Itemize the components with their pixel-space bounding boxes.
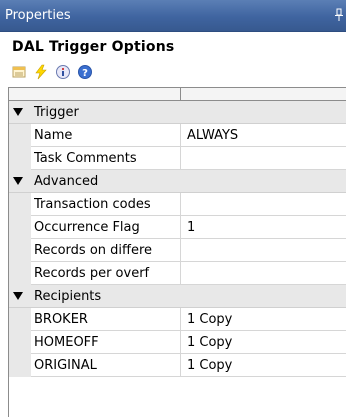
categorized-button[interactable] bbox=[8, 61, 30, 83]
row-indent bbox=[9, 354, 31, 377]
grid-column-header[interactable] bbox=[9, 88, 346, 101]
row-indent bbox=[9, 216, 31, 239]
row-indent bbox=[9, 308, 31, 331]
row-indent bbox=[9, 147, 31, 170]
category-label: Advanced bbox=[34, 174, 99, 189]
property-value[interactable]: 1 Copy bbox=[187, 312, 232, 327]
property-grid[interactable]: Trigger Name ALWAYS Task Comments Advanc… bbox=[8, 87, 346, 417]
window-title: Properties bbox=[5, 8, 71, 23]
category-advanced[interactable]: Advanced bbox=[9, 170, 346, 193]
row-separator bbox=[180, 193, 181, 216]
property-row-homeoff[interactable]: HOMEOFF 1 Copy bbox=[9, 331, 346, 354]
info-icon bbox=[56, 65, 70, 79]
help-button[interactable]: ? bbox=[74, 61, 96, 83]
property-label: Records per overf bbox=[34, 266, 150, 281]
property-value[interactable]: 1 bbox=[187, 220, 195, 235]
events-button[interactable] bbox=[30, 61, 52, 83]
property-label: Records on differe bbox=[34, 243, 153, 258]
categorized-icon bbox=[12, 66, 26, 78]
collapse-triangle-icon[interactable] bbox=[12, 291, 24, 301]
property-row-task-comments[interactable]: Task Comments bbox=[9, 147, 346, 170]
row-separator bbox=[180, 262, 181, 285]
property-value[interactable]: 1 Copy bbox=[187, 358, 232, 373]
category-label: Recipients bbox=[34, 289, 102, 304]
property-label: Occurrence Flag bbox=[34, 220, 140, 235]
property-label: Task Comments bbox=[34, 151, 137, 166]
property-row-transaction-codes[interactable]: Transaction codes bbox=[9, 193, 346, 216]
row-separator bbox=[180, 124, 181, 147]
row-separator bbox=[180, 239, 181, 262]
row-separator bbox=[180, 308, 181, 331]
property-row-records-per-overflow[interactable]: Records per overf bbox=[9, 262, 346, 285]
row-separator bbox=[180, 331, 181, 354]
property-row-broker[interactable]: BROKER 1 Copy bbox=[9, 308, 346, 331]
property-label: Transaction codes bbox=[34, 197, 151, 212]
property-value[interactable]: 1 Copy bbox=[187, 335, 232, 350]
property-label: Name bbox=[34, 128, 73, 143]
properties-panel: DAL Trigger Options ? Trigger Name ALWAY… bbox=[0, 33, 346, 417]
property-row-name[interactable]: Name ALWAYS bbox=[9, 124, 346, 147]
pin-icon[interactable] bbox=[334, 8, 344, 22]
column-splitter[interactable] bbox=[180, 88, 181, 101]
info-button[interactable] bbox=[52, 61, 74, 83]
property-label: ORIGINAL bbox=[34, 358, 97, 373]
category-recipients[interactable]: Recipients bbox=[9, 285, 346, 308]
property-row-occurrence-flag[interactable]: Occurrence Flag 1 bbox=[9, 216, 346, 239]
events-lightning-icon bbox=[35, 64, 47, 80]
row-separator bbox=[180, 216, 181, 239]
row-separator bbox=[180, 147, 181, 170]
property-label: HOMEOFF bbox=[34, 335, 99, 350]
property-row-original[interactable]: ORIGINAL 1 Copy bbox=[9, 354, 346, 377]
row-indent bbox=[9, 193, 31, 216]
help-icon: ? bbox=[78, 65, 92, 79]
property-row-records-on-different[interactable]: Records on differe bbox=[9, 239, 346, 262]
property-toolbar: ? bbox=[8, 61, 96, 83]
property-value[interactable]: ALWAYS bbox=[187, 128, 238, 143]
properties-titlebar[interactable]: Properties bbox=[0, 0, 346, 32]
row-indent bbox=[9, 331, 31, 354]
property-label: BROKER bbox=[34, 312, 88, 327]
collapse-triangle-icon[interactable] bbox=[12, 107, 24, 117]
category-trigger[interactable]: Trigger bbox=[9, 101, 346, 124]
svg-text:?: ? bbox=[82, 68, 88, 79]
collapse-triangle-icon[interactable] bbox=[12, 176, 24, 186]
panel-header: DAL Trigger Options bbox=[12, 39, 175, 55]
row-indent bbox=[9, 124, 31, 147]
row-indent bbox=[9, 239, 31, 262]
row-separator bbox=[180, 354, 181, 377]
category-label: Trigger bbox=[34, 105, 79, 120]
row-indent bbox=[9, 262, 31, 285]
